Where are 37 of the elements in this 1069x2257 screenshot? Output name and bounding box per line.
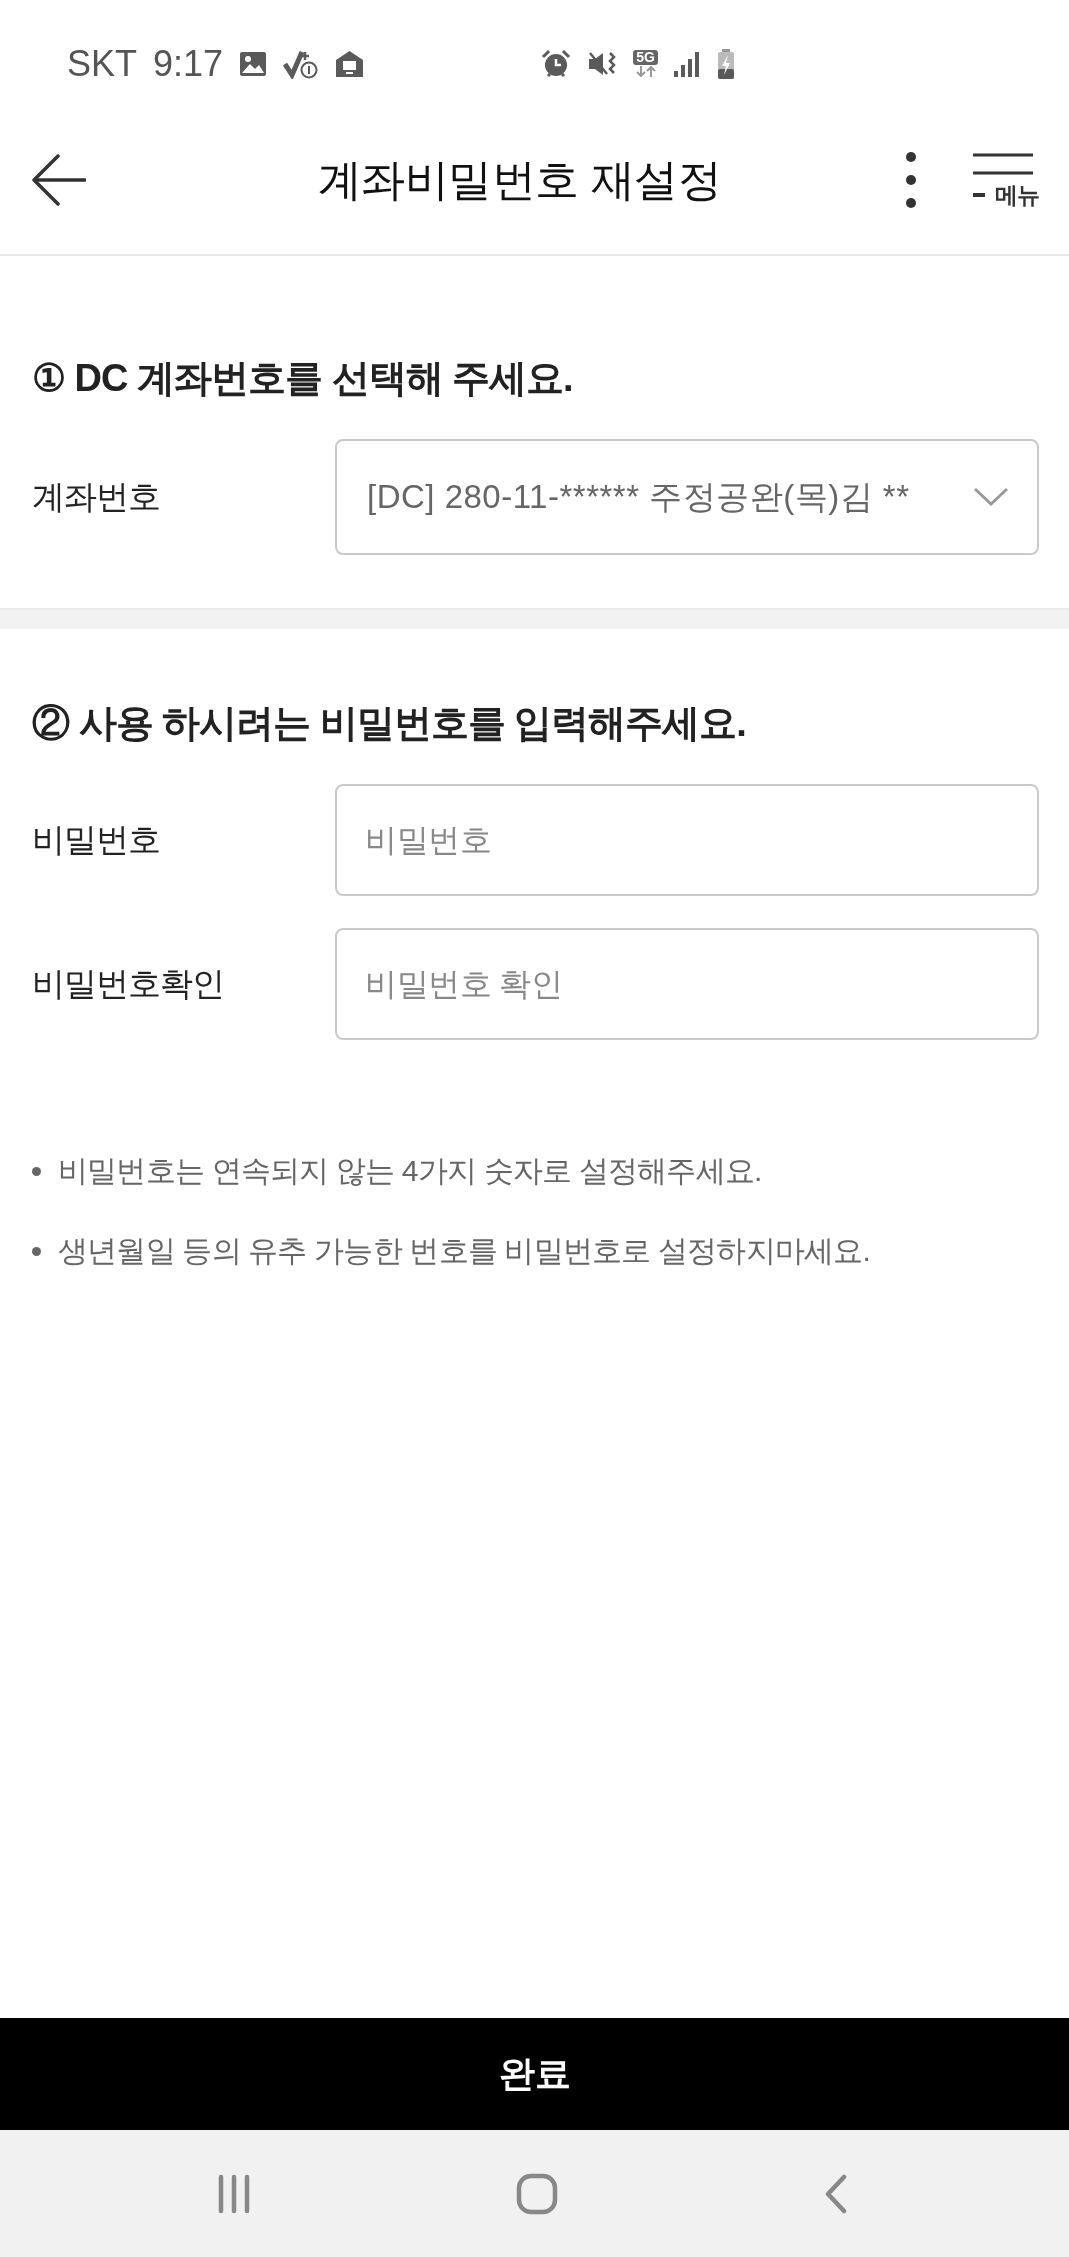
note-text: 생년월일 등의 유추 가능한 번호를 비밀번호로 설정하지마세요. — [58, 1233, 870, 1269]
section-heading: ② 사용 하시려는 비밀번호를 입력해주세요. — [32, 701, 747, 746]
check-badge-icon — [283, 48, 320, 79]
back-arrow-icon — [32, 153, 86, 206]
more-vertical-icon — [905, 150, 917, 209]
field-label: 비밀번호확인 — [32, 964, 225, 1004]
section-heading: ① DC 계좌번호를 선택해 주세요. — [32, 356, 574, 401]
alarm-icon — [541, 48, 572, 79]
more-button[interactable] — [905, 150, 917, 209]
bullet-icon — [32, 1166, 41, 1176]
network-type-badge: 5G — [633, 50, 658, 65]
image-icon — [239, 50, 268, 77]
dash-icon — [973, 192, 985, 197]
bullet-icon — [32, 1246, 41, 1256]
home-screen-icon — [335, 49, 365, 78]
field-label: 계좌번호 — [32, 477, 161, 517]
time-text: 9:17 — [153, 43, 224, 84]
password-field[interactable]: 비밀번호 확인 — [335, 928, 1039, 1040]
menu-icon — [973, 152, 1033, 175]
menu-button[interactable]: 메뉴 — [973, 152, 1039, 207]
note-text: 비밀번호는 연속되지 않는 4가지 숫자로 설정해주세요. — [58, 1153, 762, 1189]
data-arrows-icon — [633, 66, 658, 77]
password-field[interactable]: 비밀번호 — [335, 784, 1039, 896]
carrier-text: SKT — [67, 43, 137, 84]
recent-apps-icon[interactable] — [218, 2173, 250, 2214]
field-label: 비밀번호 — [32, 820, 161, 860]
menu-label: 메뉴 — [995, 182, 1039, 207]
complete-button[interactable]: 완료 — [0, 2018, 1069, 2130]
battery-charging-icon — [717, 48, 735, 79]
signal-icon — [674, 50, 701, 77]
chevron-down-icon — [973, 487, 1009, 507]
page-title: 계좌비밀번호 재설정 — [316, 153, 723, 206]
back-icon[interactable] — [824, 2173, 848, 2214]
back-button[interactable] — [32, 153, 86, 206]
speaker-vibrate-icon — [587, 49, 618, 78]
home-icon[interactable] — [516, 2172, 558, 2215]
account-select[interactable]: [DC] 280-11-****** 주정공완(목)김 ** — [335, 439, 1039, 555]
